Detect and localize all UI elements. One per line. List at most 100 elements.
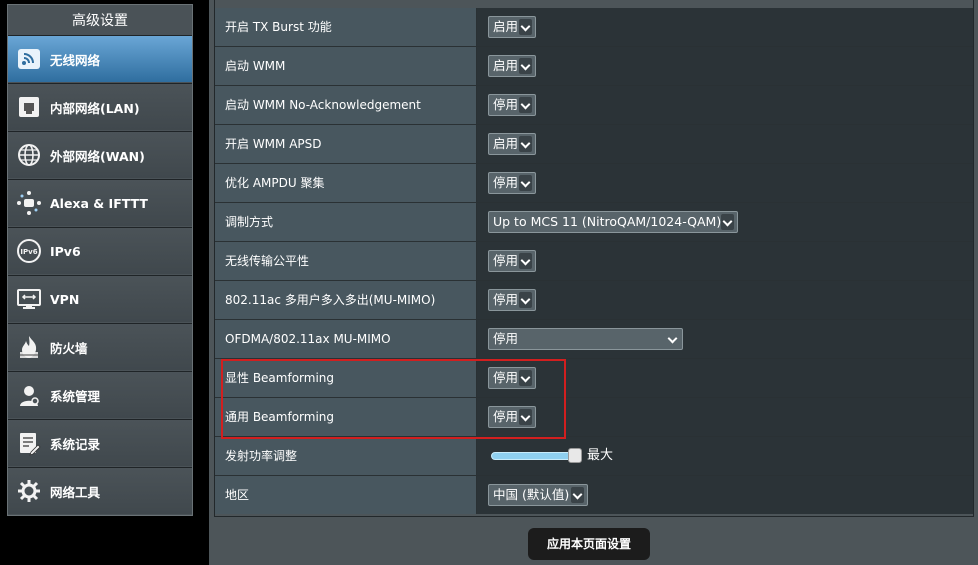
- setting-value-cell: 停用: [477, 164, 973, 202]
- setting-row-wmm-apsd: 开启 WMM APSD 启用: [215, 125, 973, 164]
- select-value: 中国 (默认值): [493, 487, 570, 502]
- chevron-down-icon: [519, 97, 532, 113]
- setting-row-region: 地区 中国 (默认值): [215, 476, 973, 515]
- setting-label: 地区: [215, 476, 477, 514]
- vpn-icon: [15, 285, 43, 313]
- setting-label: 启动 WMM No-Acknowledgement: [215, 86, 477, 124]
- ampdu-select[interactable]: 停用: [488, 172, 536, 194]
- chevron-down-icon: [721, 214, 734, 230]
- sidebar-item-lan[interactable]: 内部网络(LAN): [8, 83, 192, 130]
- select-value: 启用: [493, 136, 519, 151]
- tools-icon: [15, 477, 43, 505]
- setting-label: 开启 WMM APSD: [215, 125, 477, 163]
- sidebar-item-admin[interactable]: 系统管理: [8, 371, 192, 418]
- sidebar-item-label: IPv6: [50, 243, 81, 259]
- chevron-down-icon: [519, 292, 532, 308]
- select-value: 停用: [493, 253, 519, 268]
- setting-row-universal-beamforming: 通用 Beamforming 停用: [215, 398, 973, 437]
- select-value: 停用: [493, 331, 519, 346]
- region-select[interactable]: 中国 (默认值): [488, 484, 588, 506]
- universal-beamforming-select[interactable]: 停用: [488, 406, 536, 428]
- ipv6-icon: IPv6: [15, 237, 43, 265]
- sidebar-item-alexa[interactable]: Alexa & IFTTT: [8, 179, 192, 226]
- select-value: 停用: [493, 97, 519, 112]
- log-icon: [15, 429, 43, 457]
- setting-value-cell: 停用: [477, 320, 973, 358]
- setting-label: 发射功率调整: [215, 437, 477, 475]
- setting-value-cell: 启用: [477, 47, 973, 85]
- setting-label: 启动 WMM: [215, 47, 477, 85]
- sidebar: 高级设置 无线网络 内部网络(LAN) 外部网络(WAN) Alexa & IF…: [7, 4, 193, 516]
- setting-value-cell: 停用: [477, 242, 973, 280]
- sidebar-item-label: VPN: [50, 291, 80, 307]
- chevron-down-icon: [519, 409, 532, 425]
- setting-value-cell: 停用: [477, 86, 973, 124]
- setting-value-cell: 停用: [477, 398, 973, 436]
- setting-value-cell: 停用: [477, 359, 973, 397]
- settings-table: 开启 TX Burst 功能 启用 启动 WMM 启用 启动 WMM No-Ac…: [214, 0, 974, 517]
- wmm-apsd-select[interactable]: 启用: [488, 133, 536, 155]
- sidebar-item-vpn[interactable]: VPN: [8, 275, 192, 322]
- wmm-select[interactable]: 启用: [488, 55, 536, 77]
- firewall-icon: [15, 333, 43, 361]
- setting-value-cell: 最大: [477, 437, 973, 475]
- tx-burst-select[interactable]: 启用: [488, 16, 536, 38]
- sidebar-item-label: 防火墙: [50, 340, 88, 356]
- setting-label: 调制方式: [215, 203, 477, 241]
- chevron-down-icon: [519, 175, 532, 191]
- setting-row-ofdma: OFDMA/802.11ax MU-MIMO 停用: [215, 320, 973, 359]
- mu-mimo-ac-select[interactable]: 停用: [488, 289, 536, 311]
- select-value: 停用: [493, 175, 519, 190]
- tx-power-value: 最大: [587, 448, 614, 463]
- sidebar-item-tools[interactable]: 网络工具: [8, 467, 192, 514]
- chevron-down-icon: [519, 58, 532, 74]
- alexa-icon: [15, 189, 43, 217]
- sidebar-item-ipv6[interactable]: IPv6 IPv6: [8, 227, 192, 274]
- wifi-icon: [15, 45, 43, 73]
- chevron-down-icon: [519, 253, 532, 269]
- sidebar-item-wan[interactable]: 外部网络(WAN): [8, 131, 192, 178]
- tx-power-slider-handle[interactable]: [568, 448, 582, 463]
- setting-label: OFDMA/802.11ax MU-MIMO: [215, 320, 477, 358]
- setting-value-cell: 启用: [477, 8, 973, 46]
- modulation-select[interactable]: Up to MCS 11 (NitroQAM/1024-QAM): [488, 211, 738, 233]
- chevron-down-icon: [519, 136, 532, 152]
- setting-label: 开启 TX Burst 功能: [215, 8, 477, 46]
- ofdma-select[interactable]: 停用: [488, 328, 683, 350]
- select-value: 启用: [493, 58, 519, 73]
- setting-row-ampdu: 优化 AMPDU 聚集 停用: [215, 164, 973, 203]
- setting-value-cell: 停用: [477, 281, 973, 319]
- sidebar-item-wireless[interactable]: 无线网络: [8, 35, 192, 82]
- sidebar-title: 高级设置: [72, 13, 128, 29]
- setting-row-mu-mimo-ac: 802.11ac 多用户多入多出(MU-MIMO) 停用: [215, 281, 973, 320]
- select-value: 停用: [493, 292, 519, 307]
- setting-row-tx-power: 发射功率调整 最大: [215, 437, 973, 476]
- chevron-down-icon: [666, 331, 679, 347]
- setting-row-wmm: 启动 WMM 启用: [215, 47, 973, 86]
- setting-row-explicit-beamforming: 显性 Beamforming 停用: [215, 359, 973, 398]
- wmm-noack-select[interactable]: 停用: [488, 94, 536, 116]
- airtime-fairness-select[interactable]: 停用: [488, 250, 536, 272]
- setting-value-cell: Up to MCS 11 (NitroQAM/1024-QAM): [477, 203, 973, 241]
- select-value: 停用: [493, 370, 519, 385]
- sidebar-item-label: 系统记录: [50, 436, 101, 452]
- setting-value-cell: 中国 (默认值): [477, 476, 973, 514]
- setting-label: 通用 Beamforming: [215, 398, 477, 436]
- explicit-beamforming-select[interactable]: 停用: [488, 367, 536, 389]
- sidebar-item-label: 无线网络: [50, 52, 101, 68]
- sidebar-item-label: 外部网络(WAN): [50, 148, 145, 164]
- setting-label: 优化 AMPDU 聚集: [215, 164, 477, 202]
- chevron-down-icon: [519, 19, 532, 35]
- setting-label: 802.11ac 多用户多入多出(MU-MIMO): [215, 281, 477, 319]
- sidebar-item-label: 网络工具: [50, 484, 101, 500]
- sidebar-item-label: 系统管理: [50, 388, 101, 404]
- setting-label: 显性 Beamforming: [215, 359, 477, 397]
- apply-settings-button[interactable]: 应用本页面设置: [528, 528, 650, 560]
- chevron-down-icon: [519, 370, 532, 386]
- sidebar-item-log[interactable]: 系统记录: [8, 419, 192, 466]
- main-panel: 开启 TX Burst 功能 启用 启动 WMM 启用 启动 WMM No-Ac…: [209, 0, 978, 565]
- globe-icon: [15, 141, 43, 169]
- svg-text:IPv6: IPv6: [20, 248, 37, 256]
- tx-power-slider-track[interactable]: [491, 452, 575, 460]
- sidebar-item-firewall[interactable]: 防火墙: [8, 323, 192, 370]
